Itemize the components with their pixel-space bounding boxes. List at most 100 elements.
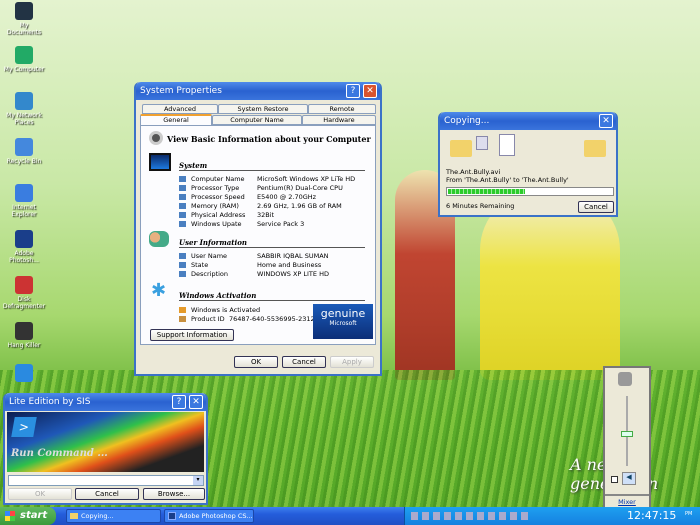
photoshop-icon <box>168 512 176 520</box>
run-dialog: Lite Edition by SIS ? ✕ > Run Command ..… <box>3 393 208 505</box>
documents-icon <box>15 2 33 20</box>
volume-toggle-button[interactable]: ◀ <box>622 472 636 485</box>
cancel-button[interactable]: Cancel <box>75 488 139 500</box>
ok-button[interactable]: OK <box>8 488 72 500</box>
section-windows-activation: Windows Activation <box>179 291 365 301</box>
run-banner: > Run Command ... <box>7 412 204 472</box>
row-icon <box>179 176 186 182</box>
taskbar-item-copying[interactable]: Copying... <box>66 509 161 523</box>
close-button[interactable]: ✕ <box>599 114 613 128</box>
hang-killer-icon <box>15 322 33 340</box>
media-file-icon <box>476 136 488 150</box>
tab-remote[interactable]: Remote <box>308 104 376 114</box>
desktop-icon[interactable] <box>2 364 46 384</box>
ok-button[interactable]: OK <box>234 356 278 368</box>
title-bar[interactable]: System Properties ? ✕ <box>136 82 380 100</box>
desktop-icon-label: Adobe Photosh... <box>9 250 39 264</box>
close-button[interactable]: ✕ <box>189 395 203 409</box>
apply-button[interactable]: Apply <box>330 356 374 368</box>
taskbar: start Copying... Adobe Photoshop CS... 1… <box>0 507 700 525</box>
cancel-button[interactable]: Cancel <box>282 356 326 368</box>
desktop-icon-label: Internet Explorer <box>11 204 37 218</box>
destination-folder-icon <box>584 140 606 157</box>
row-icon <box>179 203 186 209</box>
tab-system-restore[interactable]: System Restore <box>218 104 308 114</box>
defrag-icon <box>15 276 33 294</box>
copying-window: Copying... ✕ The.Ant.Bully.avi From 'The… <box>438 112 618 217</box>
recycle-bin-icon <box>15 138 33 156</box>
desktop-icon[interactable]: Adobe Photosh... <box>2 230 46 264</box>
powershell-icon: > <box>11 417 37 437</box>
title-bar[interactable]: Lite Edition by SIS ? ✕ <box>5 393 206 411</box>
computer-icon <box>15 46 33 64</box>
help-button[interactable]: ? <box>346 84 360 98</box>
start-button[interactable]: start <box>0 507 56 525</box>
progress-bar <box>446 187 614 196</box>
tab-computer-name[interactable]: Computer Name <box>212 115 302 125</box>
progress-fill <box>448 189 526 194</box>
row-icon <box>179 212 186 218</box>
volume-popup: ◀ Mixer <box>603 366 651 510</box>
wallpaper-figure <box>480 190 620 380</box>
row-icon <box>179 253 186 259</box>
folder-icon <box>70 513 78 519</box>
desktop-icon[interactable]: My Computer <box>2 46 46 73</box>
desktop-icon[interactable]: My Network Places <box>2 92 46 126</box>
close-button[interactable]: ✕ <box>363 84 377 98</box>
time-remaining: 6 Minutes Remaining <box>446 202 515 210</box>
tab-panel: View Basic Information about your Comput… <box>140 125 376 345</box>
copy-path: From 'The.Ant.Bully' to 'The.Ant.Bully' <box>446 176 569 184</box>
file-name: The.Ant.Bully.avi <box>446 168 501 176</box>
slider-thumb[interactable] <box>621 431 633 438</box>
section-user-information: User Information <box>179 238 365 248</box>
browse-button[interactable]: Browse... <box>143 488 205 500</box>
desktop-icon[interactable]: Disk Defragmenter <box>2 276 46 310</box>
clock-ampm: PM <box>685 511 693 517</box>
tray-icons[interactable] <box>411 512 529 520</box>
mixer-link[interactable]: Mixer <box>605 498 649 506</box>
desktop-icon-label: Recycle Bin <box>6 158 42 165</box>
mute-checkbox[interactable] <box>611 476 618 483</box>
desktop-icon-label: My Documents <box>6 22 42 36</box>
support-information-button[interactable]: Support Information <box>150 329 234 341</box>
system-properties-window: System Properties ? ✕ Advanced System Re… <box>134 82 382 376</box>
network-icon <box>15 92 33 110</box>
window-title: Lite Edition by SIS <box>9 397 91 407</box>
clock[interactable]: 12:47:15 <box>627 509 676 522</box>
ie-icon <box>15 184 33 202</box>
desktop-icon-label: Disk Defragmenter <box>2 296 46 310</box>
shield-icon <box>179 307 186 313</box>
row-icon <box>179 271 186 277</box>
command-input[interactable]: ▾ <box>8 475 204 486</box>
key-icon <box>179 316 186 322</box>
photoshop-icon <box>15 230 33 248</box>
desktop-icon[interactable]: Internet Explorer <box>2 184 46 218</box>
row-icon <box>179 185 186 191</box>
desktop-icon[interactable]: Hang Killer <box>2 322 46 349</box>
chevron-down-icon[interactable]: ▾ <box>193 476 203 485</box>
gear-icon <box>149 131 163 145</box>
computer-icon <box>149 153 171 171</box>
tab-hardware[interactable]: Hardware <box>302 115 376 125</box>
cancel-button[interactable]: Cancel <box>578 201 614 213</box>
section-system: System <box>179 161 365 171</box>
title-bar[interactable]: Copying... ✕ <box>440 112 616 130</box>
desktop-icon-label: Hang Killer <box>7 342 41 349</box>
star-icon: ✱ <box>151 280 167 301</box>
document-icon <box>499 134 515 156</box>
tab-general[interactable]: General <box>140 114 212 126</box>
desktop-icon[interactable]: My Documents <box>2 2 46 36</box>
users-icon <box>149 231 169 247</box>
banner-text: Run Command ... <box>11 448 108 459</box>
genuine-microsoft-badge: genuine Microsoft <box>313 304 373 339</box>
page-heading: View Basic Information about your Comput… <box>167 134 371 144</box>
window-title: Copying... <box>444 116 490 126</box>
window-title: System Properties <box>140 86 222 96</box>
refresh-icon <box>15 364 33 382</box>
taskbar-item-photoshop[interactable]: Adobe Photoshop CS... <box>164 509 254 523</box>
help-button[interactable]: ? <box>172 395 186 409</box>
volume-slider[interactable] <box>619 396 639 466</box>
system-tray: 12:47:15 PM <box>404 507 700 525</box>
desktop-icon[interactable]: Recycle Bin <box>2 138 46 165</box>
tab-advanced[interactable]: Advanced <box>142 104 218 114</box>
